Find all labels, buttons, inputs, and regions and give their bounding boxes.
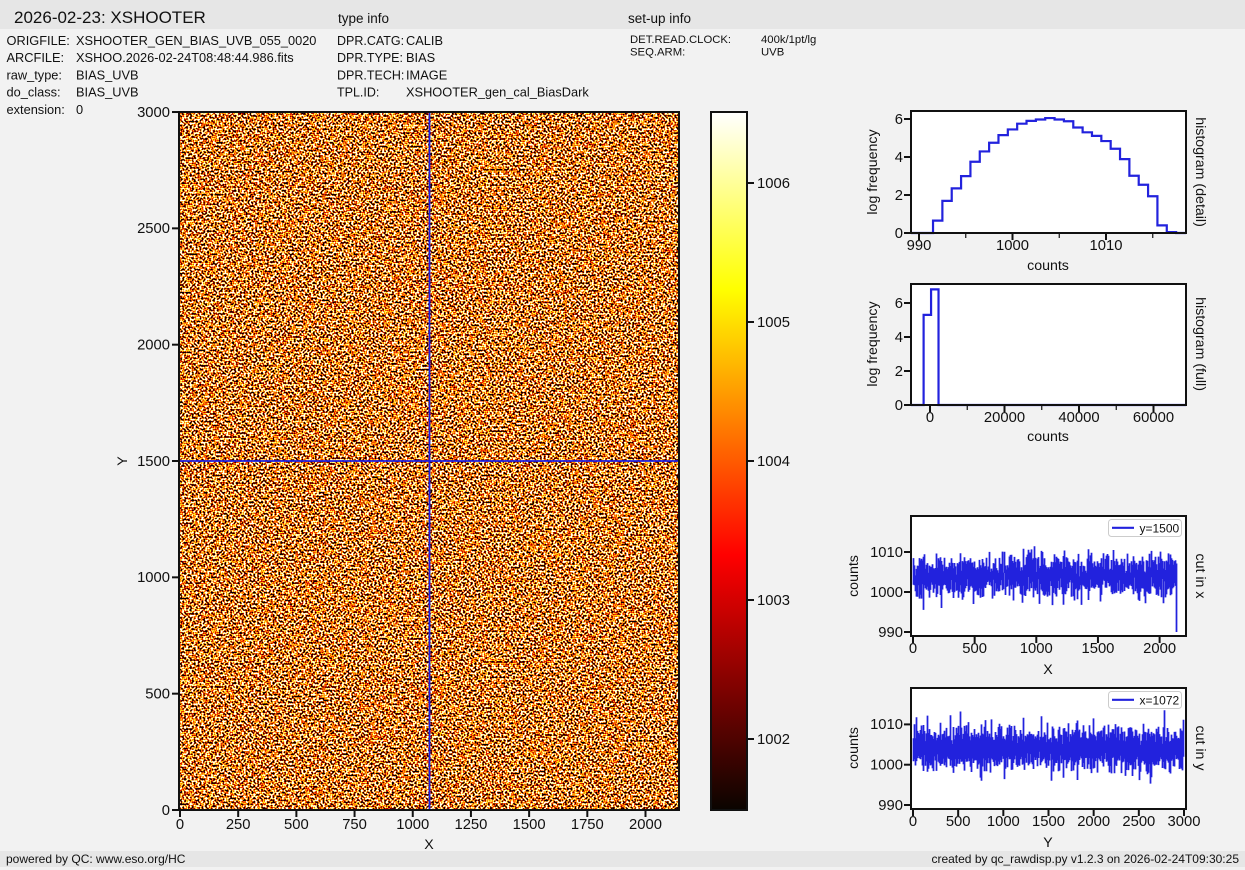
svg-text:6: 6 xyxy=(895,296,903,312)
svg-text:histogram (detail): histogram (detail) xyxy=(1192,117,1208,227)
svg-text:X: X xyxy=(424,837,434,853)
svg-text:counts: counts xyxy=(1027,429,1069,445)
svg-text:extension:: extension: xyxy=(7,102,65,117)
svg-text:TPL.ID:: TPL.ID: xyxy=(337,86,379,100)
svg-text:1010: 1010 xyxy=(1090,238,1123,254)
svg-text:Y: Y xyxy=(1043,835,1053,851)
svg-text:1004: 1004 xyxy=(757,454,790,470)
svg-text:created by qc_rawdisp.py v1.2.: created by qc_rawdisp.py v1.2.3 on 2026-… xyxy=(931,852,1239,866)
svg-text:BIAS_UVB: BIAS_UVB xyxy=(76,67,139,82)
svg-text:3000: 3000 xyxy=(1168,814,1201,830)
svg-text:1000: 1000 xyxy=(996,238,1029,254)
svg-text:990: 990 xyxy=(878,625,903,641)
svg-text:2026-02-23: XSHOOTER: 2026-02-23: XSHOOTER xyxy=(14,8,206,27)
svg-text:4: 4 xyxy=(895,330,903,346)
svg-text:log frequency: log frequency xyxy=(865,301,881,387)
svg-text:0: 0 xyxy=(162,803,170,819)
svg-text:400k/1pt/lg: 400k/1pt/lg xyxy=(761,34,816,46)
svg-text:500: 500 xyxy=(946,814,971,830)
svg-text:cut in y: cut in y xyxy=(1192,726,1208,772)
svg-text:XSHOOTER_GEN_BIAS_UVB_055_0020: XSHOOTER_GEN_BIAS_UVB_055_0020 xyxy=(76,33,316,48)
svg-text:XSHOO.2026-02-24T08:48:44.986.: XSHOO.2026-02-24T08:48:44.986.fits xyxy=(76,50,294,65)
svg-text:1003: 1003 xyxy=(757,593,790,609)
svg-text:ORIGFILE:: ORIGFILE: xyxy=(7,33,70,48)
svg-text:UVB: UVB xyxy=(761,46,784,58)
svg-text:X: X xyxy=(1043,662,1053,678)
svg-text:DET.READ.CLOCK:: DET.READ.CLOCK: xyxy=(630,34,731,46)
svg-text:1000: 1000 xyxy=(137,570,170,586)
svg-text:2000: 2000 xyxy=(1077,814,1110,830)
svg-text:1010: 1010 xyxy=(870,717,903,733)
svg-text:x=1072: x=1072 xyxy=(1140,693,1180,707)
svg-text:set-up info: set-up info xyxy=(628,11,691,26)
svg-text:1000: 1000 xyxy=(987,814,1020,830)
svg-text:250: 250 xyxy=(226,817,251,833)
svg-text:990: 990 xyxy=(878,798,903,814)
svg-text:2500: 2500 xyxy=(137,221,170,237)
svg-text:500: 500 xyxy=(962,641,987,657)
svg-text:500: 500 xyxy=(284,817,309,833)
svg-text:1000: 1000 xyxy=(870,585,903,601)
svg-text:1250: 1250 xyxy=(454,817,487,833)
svg-text:DPR.CATG:: DPR.CATG: xyxy=(337,34,404,48)
svg-text:SEQ.ARM:: SEQ.ARM: xyxy=(630,46,685,58)
svg-text:CALIB: CALIB xyxy=(406,33,443,48)
svg-text:counts: counts xyxy=(1027,258,1069,274)
svg-text:0: 0 xyxy=(926,410,934,426)
svg-text:raw_type:: raw_type: xyxy=(7,67,62,82)
svg-text:2000: 2000 xyxy=(1143,641,1176,657)
svg-text:DPR.TECH:: DPR.TECH: xyxy=(337,68,404,82)
svg-text:y=1500: y=1500 xyxy=(1140,521,1180,535)
svg-text:IMAGE: IMAGE xyxy=(406,67,447,82)
svg-text:1002: 1002 xyxy=(757,732,790,748)
svg-text:0: 0 xyxy=(895,398,903,414)
svg-text:2000: 2000 xyxy=(629,817,662,833)
svg-text:cut in x: cut in x xyxy=(1192,554,1208,599)
svg-text:powered by QC: www.eso.org/HC: powered by QC: www.eso.org/HC xyxy=(6,852,186,866)
svg-text:do_class:: do_class: xyxy=(7,85,61,100)
svg-text:1750: 1750 xyxy=(571,817,604,833)
svg-text:log frequency: log frequency xyxy=(865,129,881,215)
svg-text:BIAS: BIAS xyxy=(406,50,435,65)
svg-text:0: 0 xyxy=(76,102,83,117)
svg-text:ARCFILE:: ARCFILE: xyxy=(7,50,65,65)
svg-text:0: 0 xyxy=(895,226,903,242)
svg-text:1000: 1000 xyxy=(396,817,429,833)
svg-text:histogram (full): histogram (full) xyxy=(1192,297,1208,391)
svg-text:4: 4 xyxy=(895,150,903,166)
svg-text:60000: 60000 xyxy=(1133,410,1174,426)
svg-text:20000: 20000 xyxy=(984,410,1025,426)
svg-text:1500: 1500 xyxy=(1032,814,1065,830)
svg-text:0: 0 xyxy=(909,814,917,830)
svg-text:1000: 1000 xyxy=(1020,641,1053,657)
svg-text:0: 0 xyxy=(909,641,917,657)
svg-text:2000: 2000 xyxy=(137,337,170,353)
svg-text:2500: 2500 xyxy=(1122,814,1155,830)
svg-text:1500: 1500 xyxy=(513,817,546,833)
svg-text:2: 2 xyxy=(895,188,903,204)
svg-text:750: 750 xyxy=(342,817,367,833)
svg-text:500: 500 xyxy=(145,686,170,702)
svg-text:XSHOOTER_gen_cal_BiasDark: XSHOOTER_gen_cal_BiasDark xyxy=(406,85,589,100)
svg-text:1500: 1500 xyxy=(1081,641,1114,657)
svg-text:1000: 1000 xyxy=(870,758,903,774)
svg-text:counts: counts xyxy=(846,555,862,597)
svg-text:Y: Y xyxy=(115,456,131,466)
svg-text:40000: 40000 xyxy=(1058,410,1099,426)
svg-text:3000: 3000 xyxy=(137,105,170,121)
svg-text:type info: type info xyxy=(338,11,389,26)
svg-text:1006: 1006 xyxy=(757,176,790,192)
svg-text:990: 990 xyxy=(907,238,932,254)
svg-text:2: 2 xyxy=(895,364,903,380)
svg-text:DPR.TYPE:: DPR.TYPE: xyxy=(337,51,403,65)
svg-text:1005: 1005 xyxy=(757,315,790,331)
svg-text:1010: 1010 xyxy=(870,545,903,561)
svg-text:counts: counts xyxy=(846,727,862,769)
svg-text:1500: 1500 xyxy=(137,454,170,470)
svg-text:0: 0 xyxy=(176,817,184,833)
svg-text:6: 6 xyxy=(895,112,903,128)
svg-text:BIAS_UVB: BIAS_UVB xyxy=(76,85,139,100)
